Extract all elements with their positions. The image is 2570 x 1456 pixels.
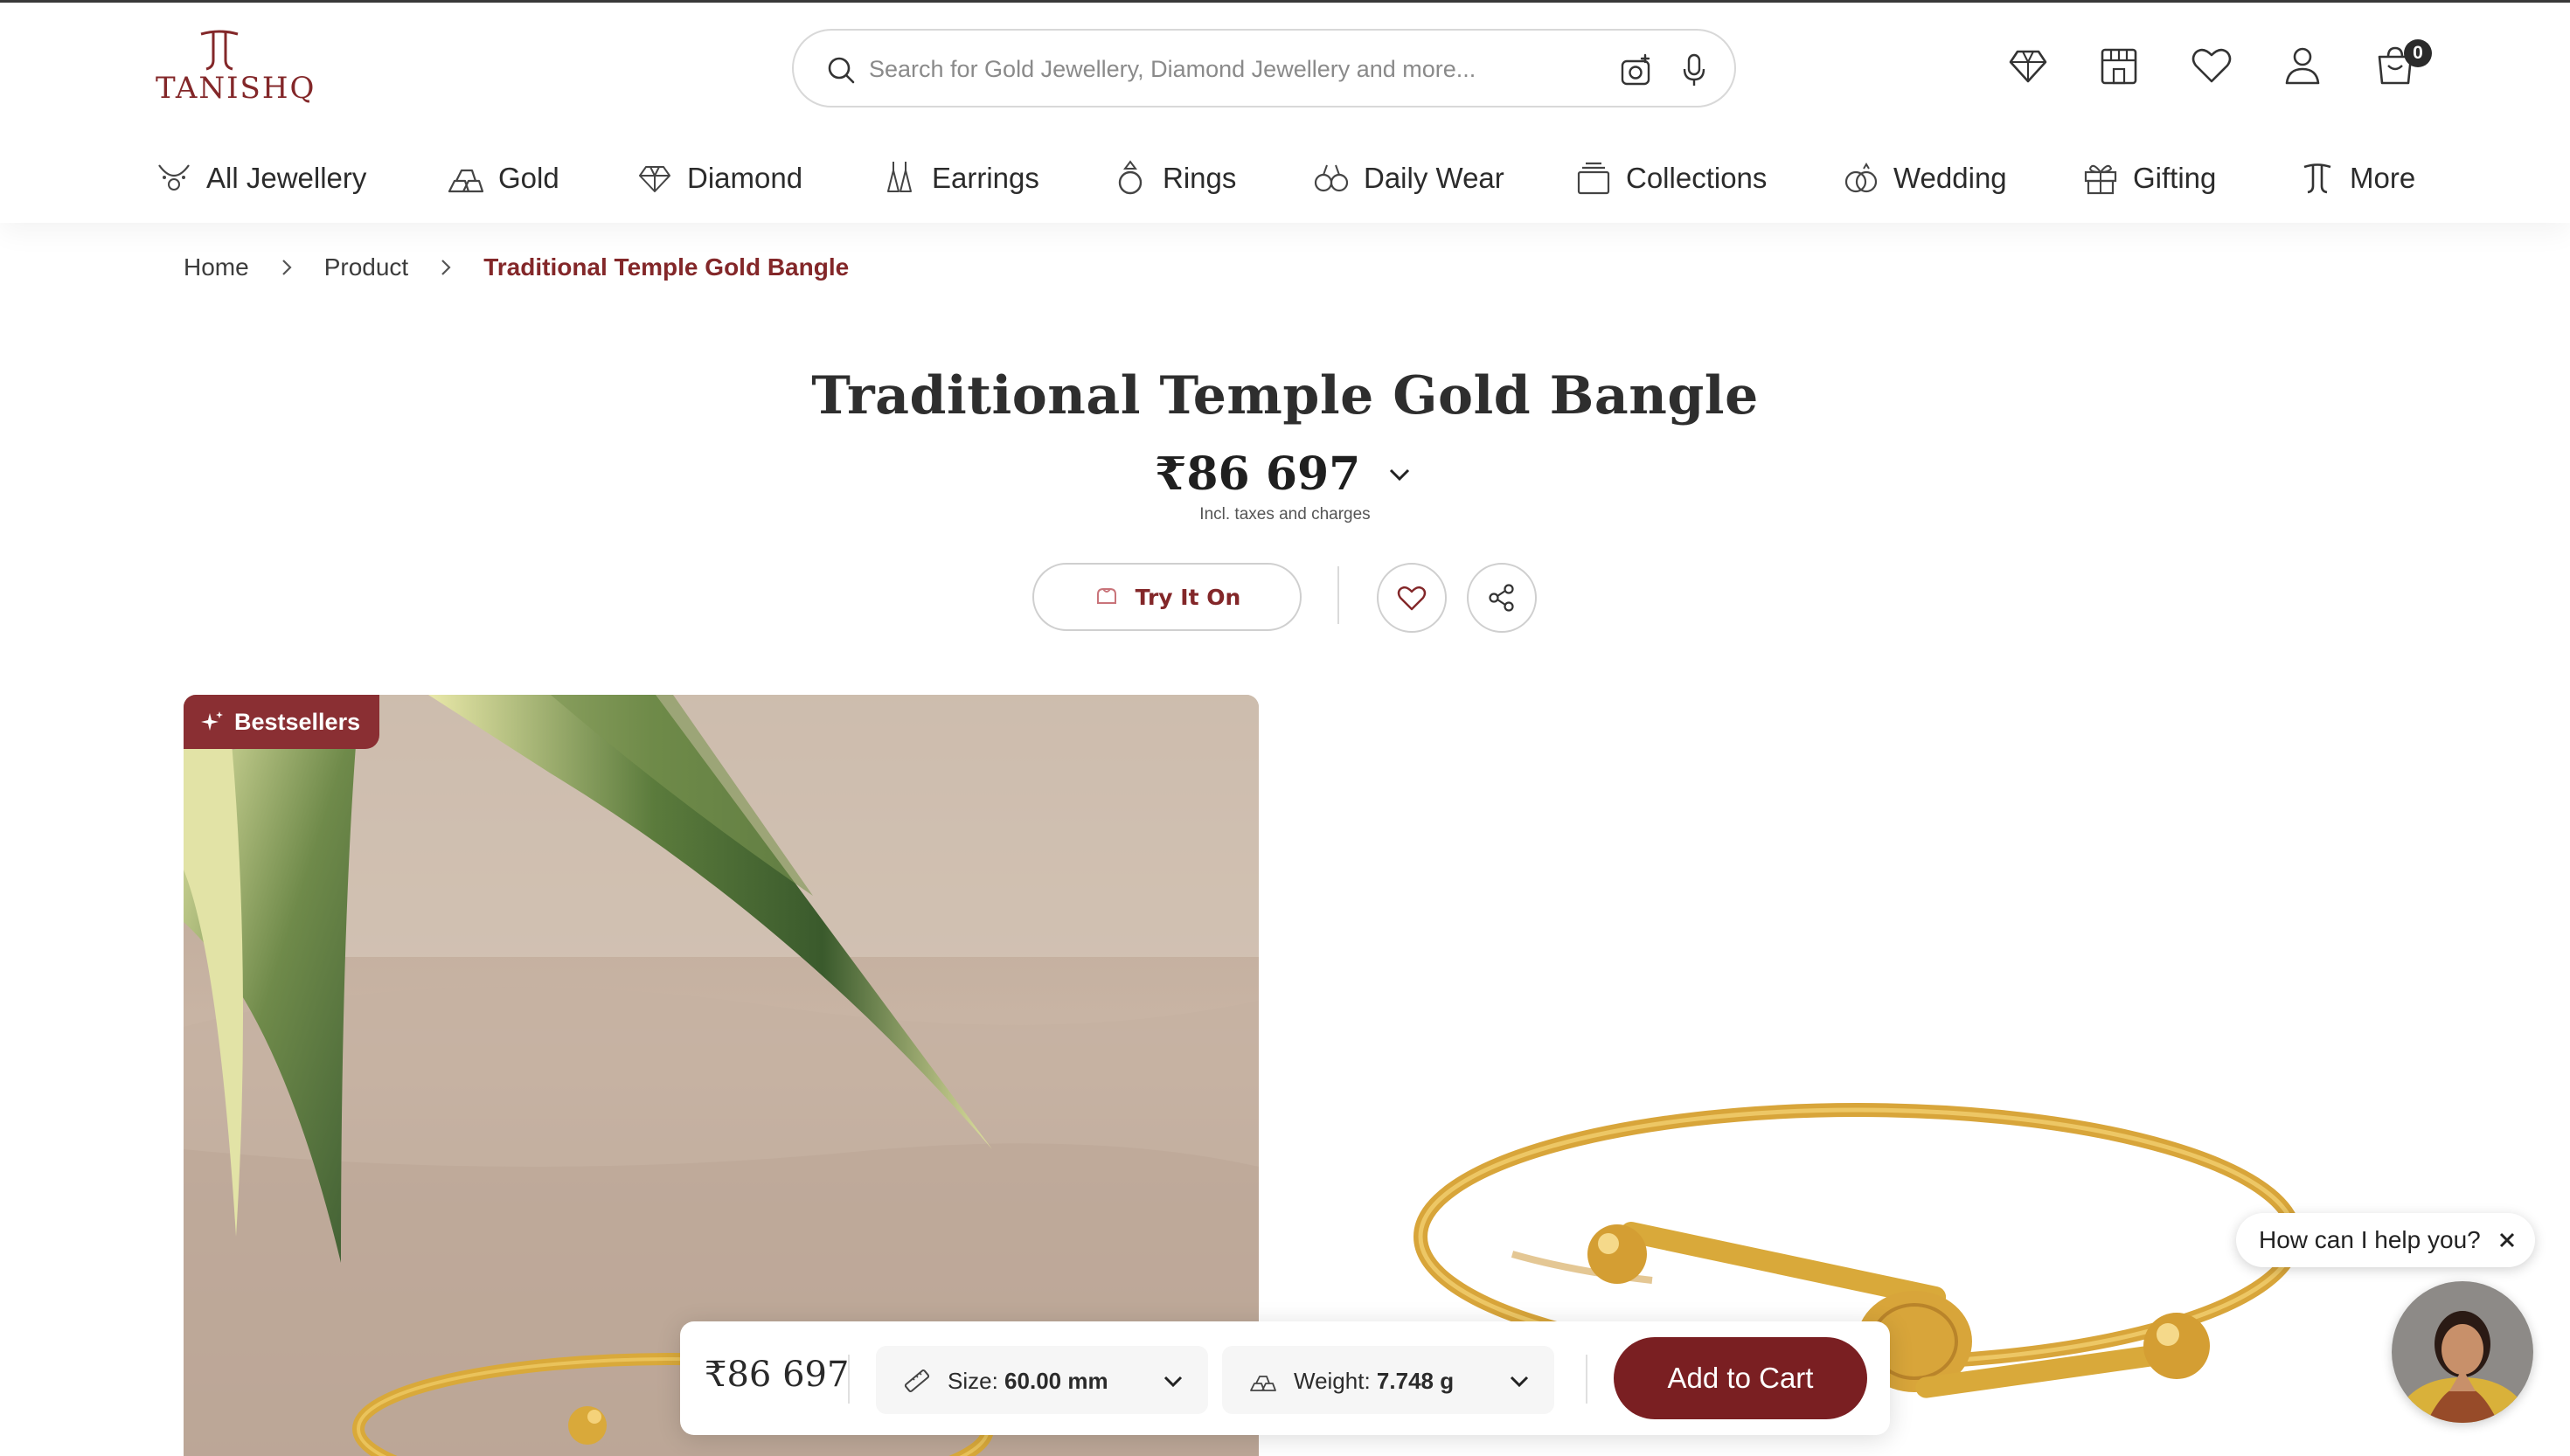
assistant-photo	[2392, 1281, 2533, 1423]
breadcrumb-product[interactable]: Product	[324, 253, 409, 281]
brand-wordmark: TANISHQ	[156, 71, 316, 106]
try-it-on-label: Try It On	[1135, 584, 1241, 610]
add-to-cart-label: Add to Cart	[1667, 1362, 1814, 1394]
nav-item-all-jewellery[interactable]: All Jewellery	[154, 156, 366, 200]
size-label: Size:	[948, 1368, 998, 1394]
nav-item-gold[interactable]: Gold	[446, 156, 559, 200]
nav-item-earrings[interactable]: Earrings	[879, 156, 1039, 200]
chevron-down-icon[interactable]	[1384, 459, 1415, 490]
help-text: How can I help you?	[2259, 1226, 2481, 1253]
wedding-rings-icon	[1844, 163, 1878, 193]
nav-item-more[interactable]: More	[2297, 156, 2415, 200]
gift-icon	[2084, 164, 2117, 195]
ruler-icon	[904, 1369, 930, 1393]
tanishq-logo[interactable]: TANISHQ	[156, 25, 316, 109]
nav-item-wedding[interactable]: Wedding	[1841, 156, 2007, 200]
nav-label: Daily Wear	[1364, 162, 1504, 194]
weight-label: Weight:	[1294, 1368, 1371, 1394]
breadcrumb: Home Product Traditional Temple Gold Ban…	[184, 250, 849, 285]
divider	[1586, 1355, 1587, 1404]
diamond-icon[interactable]	[2004, 41, 2053, 90]
badge-label: Bestsellers	[234, 708, 361, 735]
collections-icon	[1577, 162, 1610, 195]
share-icon	[1489, 584, 1514, 612]
nav-item-daily-wear[interactable]: Daily Wear	[1311, 156, 1504, 200]
nav-label: Wedding	[1893, 162, 2007, 194]
search-bar[interactable]	[792, 29, 1736, 107]
sticky-purchase-bar: ₹86 697 Size: 60.00 mm Weight: 7.748 g A…	[680, 1321, 1890, 1435]
product-title: Traditional Temple Gold Bangle	[811, 365, 1759, 426]
site-header: TANISHQ 0	[0, 3, 2570, 223]
cart-count-badge: 0	[2404, 39, 2432, 67]
divider	[1337, 566, 1339, 624]
search-icon	[828, 57, 855, 84]
weight-selector[interactable]: Weight: 7.748 g	[1222, 1346, 1554, 1414]
heart-icon	[1397, 586, 1427, 611]
size-text: Size: 60.00 mm	[948, 1368, 1108, 1395]
diamond-icon	[639, 166, 670, 192]
assistant-avatar[interactable]	[2392, 1281, 2533, 1423]
gold-bars-icon	[448, 169, 484, 193]
chevron-right-icon	[441, 260, 451, 275]
size-selector[interactable]: Size: 60.00 mm	[876, 1346, 1208, 1414]
chevron-right-icon	[281, 260, 292, 275]
breadcrumb-home[interactable]: Home	[184, 253, 249, 281]
store-icon[interactable]	[2094, 41, 2143, 90]
weight-value: 7.748 g	[1376, 1368, 1455, 1394]
try-it-on-button[interactable]: Try It On	[1032, 563, 1302, 631]
size-value: 60.00 mm	[1004, 1368, 1108, 1394]
necklace-icon	[158, 164, 190, 191]
category-nav: All Jewellery Gold Diamond Earrings Ring…	[0, 142, 2570, 212]
search-input[interactable]	[869, 46, 1533, 92]
gold-bars-icon	[1250, 1376, 1276, 1391]
nav-label: Diamond	[687, 162, 803, 194]
nav-label: Rings	[1163, 162, 1237, 194]
nav-item-gifting[interactable]: Gifting	[2080, 156, 2216, 200]
nav-label: Gold	[498, 162, 559, 194]
ring-icon	[1118, 160, 1143, 195]
help-chat-bubble[interactable]: How can I help you?	[2236, 1213, 2535, 1267]
nav-label: Collections	[1626, 162, 1768, 194]
sticky-price: ₹86 697	[705, 1355, 850, 1395]
daily-wear-icon	[1314, 164, 1349, 192]
close-icon[interactable]	[2497, 1230, 2518, 1251]
nav-label: More	[2350, 162, 2416, 194]
product-price: ₹86 697	[1155, 447, 1361, 501]
add-to-cart-button[interactable]: Add to Cart	[1614, 1337, 1867, 1419]
add-to-wishlist-button[interactable]	[1377, 563, 1447, 633]
try-on-icon	[1096, 588, 1116, 604]
nav-label: Gifting	[2133, 162, 2217, 194]
bestsellers-badge: Bestsellers	[184, 695, 380, 749]
breadcrumb-current: Traditional Temple Gold Bangle	[483, 253, 850, 281]
share-button[interactable]	[1467, 563, 1537, 633]
chevron-down-icon	[1510, 1376, 1529, 1388]
earrings-icon	[887, 162, 912, 192]
sparkle-icon	[201, 711, 223, 731]
divider	[848, 1355, 850, 1404]
tanishq-mark-icon	[2303, 163, 2331, 194]
weight-text: Weight: 7.748 g	[1294, 1368, 1454, 1395]
chevron-down-icon	[1163, 1376, 1183, 1388]
nav-label: Earrings	[932, 162, 1039, 194]
account-icon[interactable]	[2278, 41, 2327, 90]
price-row: ₹86 697	[0, 447, 2570, 501]
nav-label: All Jewellery	[206, 162, 367, 194]
nav-item-diamond[interactable]: Diamond	[635, 156, 802, 200]
camera-search-icon[interactable]	[1619, 53, 1654, 88]
nav-item-collections[interactable]: Collections	[1573, 156, 1767, 200]
wishlist-icon[interactable]	[2187, 41, 2236, 90]
microphone-icon[interactable]	[1677, 52, 1712, 88]
nav-item-rings[interactable]: Rings	[1110, 156, 1236, 200]
tanishq-mark-icon	[200, 30, 239, 71]
tax-note: Incl. taxes and charges	[1199, 505, 1371, 523]
